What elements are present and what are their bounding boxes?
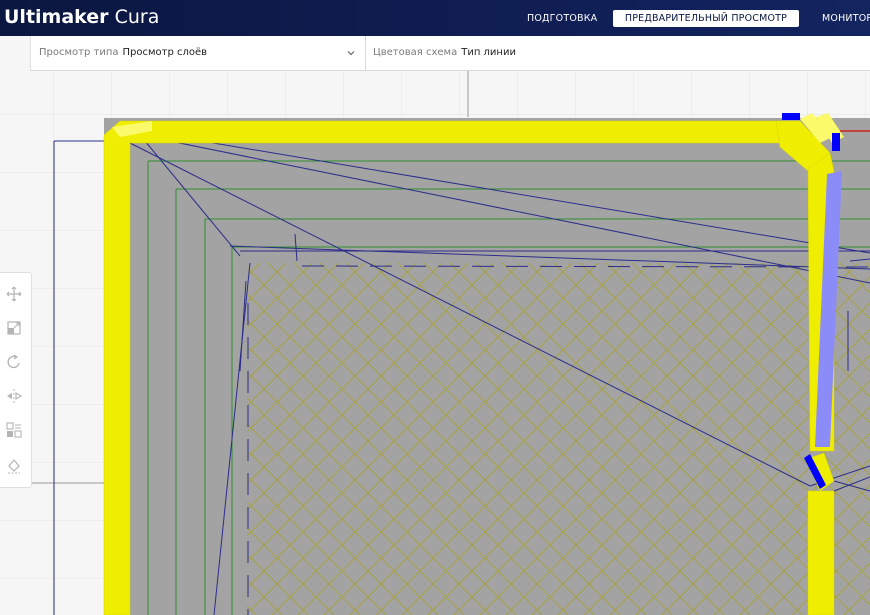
view-settings-bar: Просмотр типа Просмотр слоёв Цветовая схе… (30, 36, 870, 71)
tool-panel (0, 272, 32, 488)
layer-preview-canvas[interactable] (0, 71, 870, 615)
infill-pattern (247, 263, 870, 615)
toolbar-divider (365, 36, 366, 70)
chevron-down-icon[interactable] (346, 48, 356, 58)
stage-tab-monitor[interactable]: МОНИТОР (822, 10, 870, 27)
rotate-icon[interactable] (5, 353, 23, 371)
layer-view-viewport[interactable] (0, 71, 870, 615)
color-scheme-dropdown[interactable]: Цветовая схема Тип линии (373, 36, 516, 70)
view-type-dropdown[interactable]: Просмотр типа Просмотр слоёв (39, 36, 207, 70)
stage-tab-prepare[interactable]: ПОДГОТОВКА (527, 10, 597, 27)
view-type-label: Просмотр типа (39, 47, 119, 58)
stage-tab-preview[interactable]: ПРЕДВАРИТЕЛЬНЫЙ ПРОСМОТР (613, 10, 799, 27)
app-logo: Ultimaker Cura (4, 6, 160, 28)
move-icon[interactable] (5, 285, 23, 303)
color-scheme-value: Тип линии (461, 47, 516, 58)
support-blocker-icon[interactable] (5, 457, 23, 475)
mirror-icon[interactable] (5, 387, 23, 405)
app-header: Ultimaker Cura ПОДГОТОВКА ПРЕДВАРИТЕЛЬНЫ… (0, 0, 870, 36)
color-scheme-label: Цветовая схема (373, 47, 458, 58)
scale-icon[interactable] (5, 319, 23, 337)
per-model-settings-icon[interactable] (5, 421, 23, 439)
view-type-value: Просмотр слоёв (122, 47, 208, 58)
